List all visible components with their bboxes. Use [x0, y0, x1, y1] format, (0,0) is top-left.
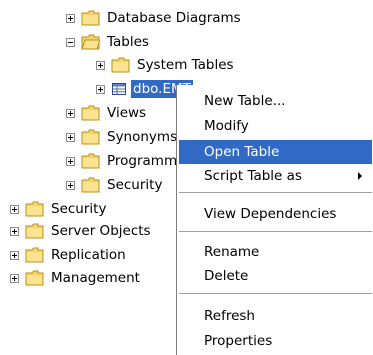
open-folder-icon: [81, 34, 100, 50]
expand-icon[interactable]: [66, 108, 75, 118]
menu-separator: [179, 192, 372, 193]
folder-icon: [111, 57, 130, 73]
menu-item-delete[interactable]: Delete: [179, 264, 372, 288]
menu-item-modify[interactable]: Modify: [179, 114, 372, 138]
tree-item-tables[interactable]: Tables: [66, 32, 151, 52]
tree-item-synonyms[interactable]: Synonyms: [66, 127, 179, 147]
expand-icon[interactable]: [10, 250, 19, 260]
menu-separator: [179, 231, 372, 232]
menu-item-new-table[interactable]: New Table...: [179, 89, 372, 113]
tree-item-security-inner[interactable]: Security: [66, 175, 164, 195]
tree-item-label: Views: [107, 105, 147, 121]
folder-icon: [81, 105, 100, 121]
expand-icon[interactable]: [66, 132, 75, 142]
menu-item-label: Script Table as: [204, 168, 302, 184]
expand-icon[interactable]: [66, 13, 75, 23]
tree-item-database-diagrams[interactable]: Database Diagrams: [66, 8, 243, 28]
folder-icon: [81, 177, 100, 193]
expand-icon[interactable]: [10, 273, 19, 283]
folder-icon: [81, 10, 100, 26]
folder-icon: [81, 129, 100, 145]
expand-icon[interactable]: [66, 156, 75, 166]
tree-item-system-tables[interactable]: System Tables: [96, 55, 236, 75]
folder-icon: [25, 270, 44, 286]
tree-item-label: Security: [51, 201, 107, 217]
tree-item-security[interactable]: Security: [10, 199, 108, 219]
tree-item-replication[interactable]: Replication: [10, 245, 128, 265]
tree-item-server-objects[interactable]: Server Objects: [10, 221, 153, 241]
expand-icon[interactable]: [66, 180, 75, 190]
tree-item-views[interactable]: Views: [66, 103, 148, 123]
menu-item-properties[interactable]: Properties: [179, 329, 372, 353]
tree-item-label: System Tables: [137, 57, 234, 73]
menu-item-open-table[interactable]: Open Table: [179, 140, 372, 164]
menu-item-script-table-as[interactable]: Script Table as: [179, 164, 372, 188]
tree-item-label: Server Objects: [51, 223, 151, 239]
tree-item-label: Database Diagrams: [107, 10, 241, 26]
tree-item-management[interactable]: Management: [10, 268, 142, 288]
collapse-icon[interactable]: [66, 37, 75, 47]
tree-item-label: Replication: [51, 247, 126, 263]
expand-icon[interactable]: [10, 226, 19, 236]
menu-item-rename[interactable]: Rename: [179, 240, 372, 264]
tree-item-label: Management: [51, 270, 140, 286]
menu-separator: [179, 293, 372, 294]
expand-icon[interactable]: [96, 60, 105, 70]
context-menu: New Table... Modify Open Table Script Ta…: [176, 85, 373, 355]
folder-icon: [25, 247, 44, 263]
folder-icon: [25, 223, 44, 239]
table-icon: [112, 83, 126, 95]
folder-icon: [81, 153, 100, 169]
tree-item-label: Tables: [107, 34, 149, 50]
expand-icon[interactable]: [10, 204, 19, 214]
folder-icon: [25, 201, 44, 217]
menu-item-refresh[interactable]: Refresh: [179, 304, 372, 328]
submenu-arrow-icon: [358, 172, 362, 180]
expand-icon[interactable]: [96, 84, 105, 94]
menu-item-view-dependencies[interactable]: View Dependencies: [179, 202, 372, 226]
tree-item-label: Synonyms: [107, 129, 178, 145]
tree-item-label: Security: [107, 177, 163, 193]
